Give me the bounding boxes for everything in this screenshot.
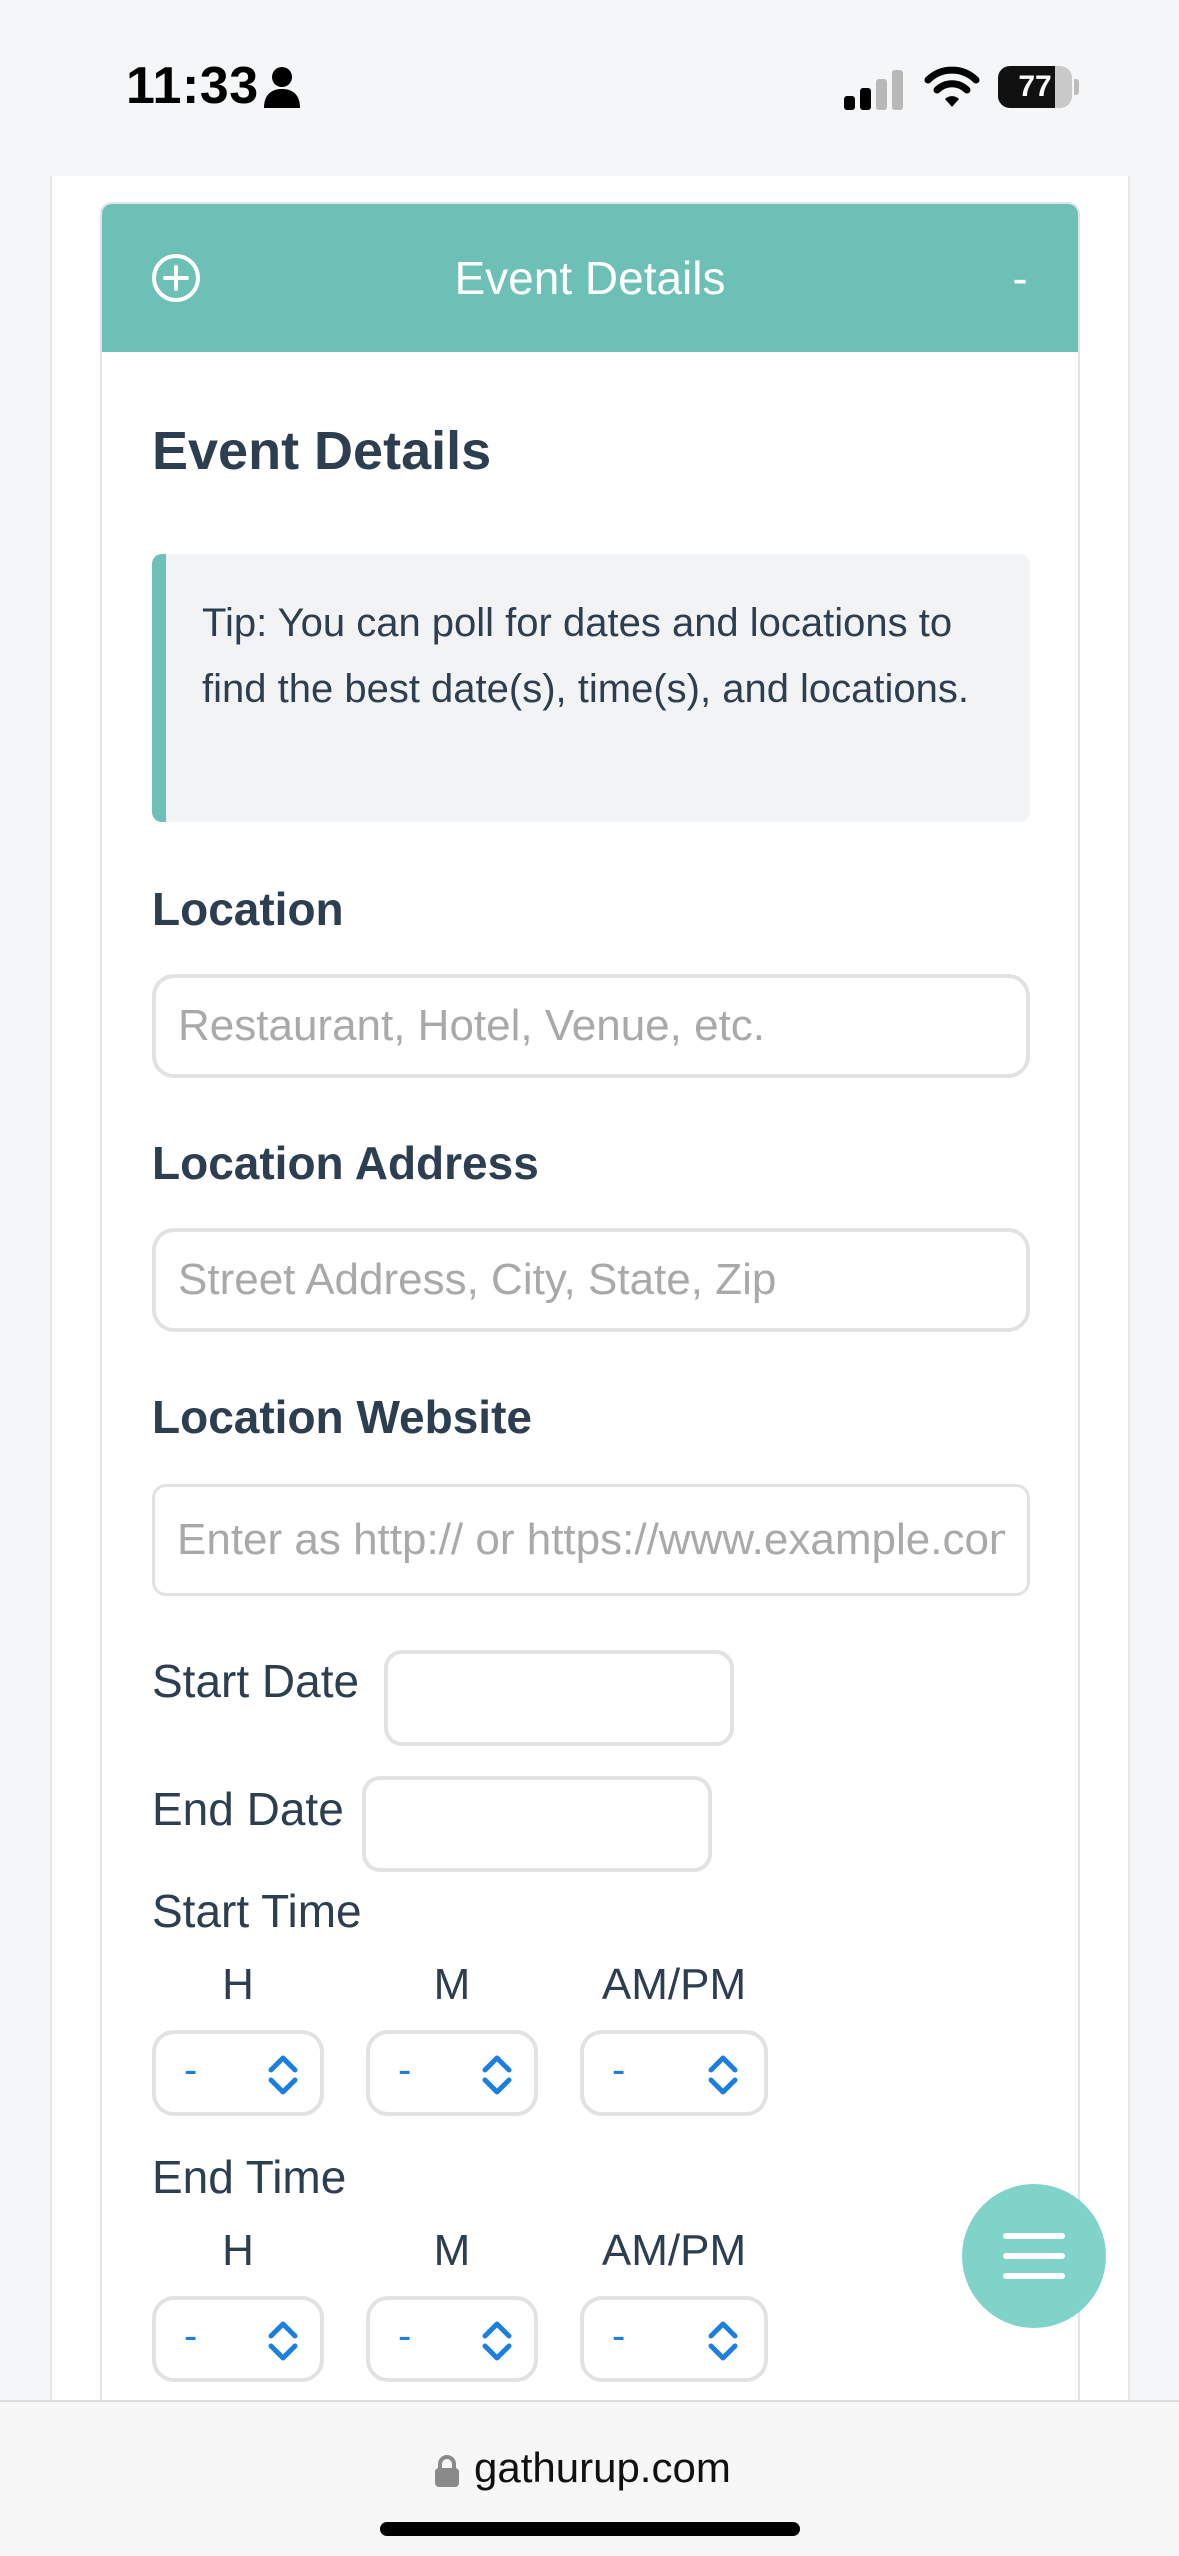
wifi-icon [924,66,980,107]
hamburger-icon [1003,2233,1065,2279]
chevrons-icon [708,2055,738,2095]
start-minute-label: M [433,1960,471,2009]
start-minute-select[interactable]: - [366,2030,538,2116]
location-address-label: Location Address [152,1137,539,1189]
signal-icon [844,70,903,110]
status-bar: 11:33 77 [0,0,1179,176]
location-label: Location [152,883,344,935]
end-minute-select[interactable]: - [366,2296,538,2382]
end-minute-value: - [398,2314,412,2358]
chevrons-icon [708,2321,738,2361]
panel-header[interactable]: Event Details - [102,204,1078,352]
end-hour-label: H [222,2226,254,2275]
location-website-label: Location Website [152,1391,532,1443]
end-date-input[interactable] [362,1776,712,1872]
event-details-panel: Event Details - Event Details Tip: You c… [100,202,1080,2442]
end-date-label: End Date [152,1783,344,1835]
menu-fab-button[interactable] [962,2184,1106,2328]
tip-box: Tip: You can poll for dates and location… [152,554,1030,822]
start-ampm-label: AM/PM [601,1960,747,2009]
end-minute-label: M [433,2226,471,2275]
location-website-input[interactable] [152,1484,1030,1596]
start-date-label: Start Date [152,1655,360,1707]
start-time-label: Start Time [152,1885,362,1937]
home-indicator [380,2522,800,2536]
end-time-label: End Time [152,2151,347,2203]
end-hour-select[interactable]: - [152,2296,324,2382]
start-date-input[interactable] [384,1650,734,1746]
battery-percent: 77 [1018,70,1052,103]
end-ampm-value: - [612,2314,626,2358]
start-hour-value: - [184,2048,198,2092]
start-ampm-select[interactable]: - [580,2030,768,2116]
end-ampm-select[interactable]: - [580,2296,768,2382]
chevrons-icon [482,2055,512,2095]
tip-text: Tip: You can poll for dates and location… [202,601,970,711]
panel-header-title: Event Details [454,252,726,304]
lock-icon [435,2455,459,2487]
start-hour-label: H [222,1960,254,2009]
browser-address-bar[interactable]: gathurup.com [0,2400,1179,2556]
chevrons-icon [268,2055,298,2095]
start-hour-select[interactable]: - [152,2030,324,2116]
status-time: 11:33 [126,57,259,115]
url-text[interactable]: gathurup.com [474,2444,731,2492]
collapse-button[interactable]: - [992,248,1048,308]
person-icon [264,67,300,108]
start-minute-value: - [398,2048,412,2092]
chevrons-icon [268,2321,298,2361]
location-address-input[interactable] [152,1228,1030,1332]
section-title: Event Details [152,421,492,481]
end-hour-value: - [184,2314,198,2358]
end-ampm-label: AM/PM [601,2226,747,2275]
battery-indicator: 77 [998,66,1079,108]
start-ampm-value: - [612,2048,626,2092]
location-input[interactable] [152,974,1030,1078]
chevrons-icon [482,2321,512,2361]
